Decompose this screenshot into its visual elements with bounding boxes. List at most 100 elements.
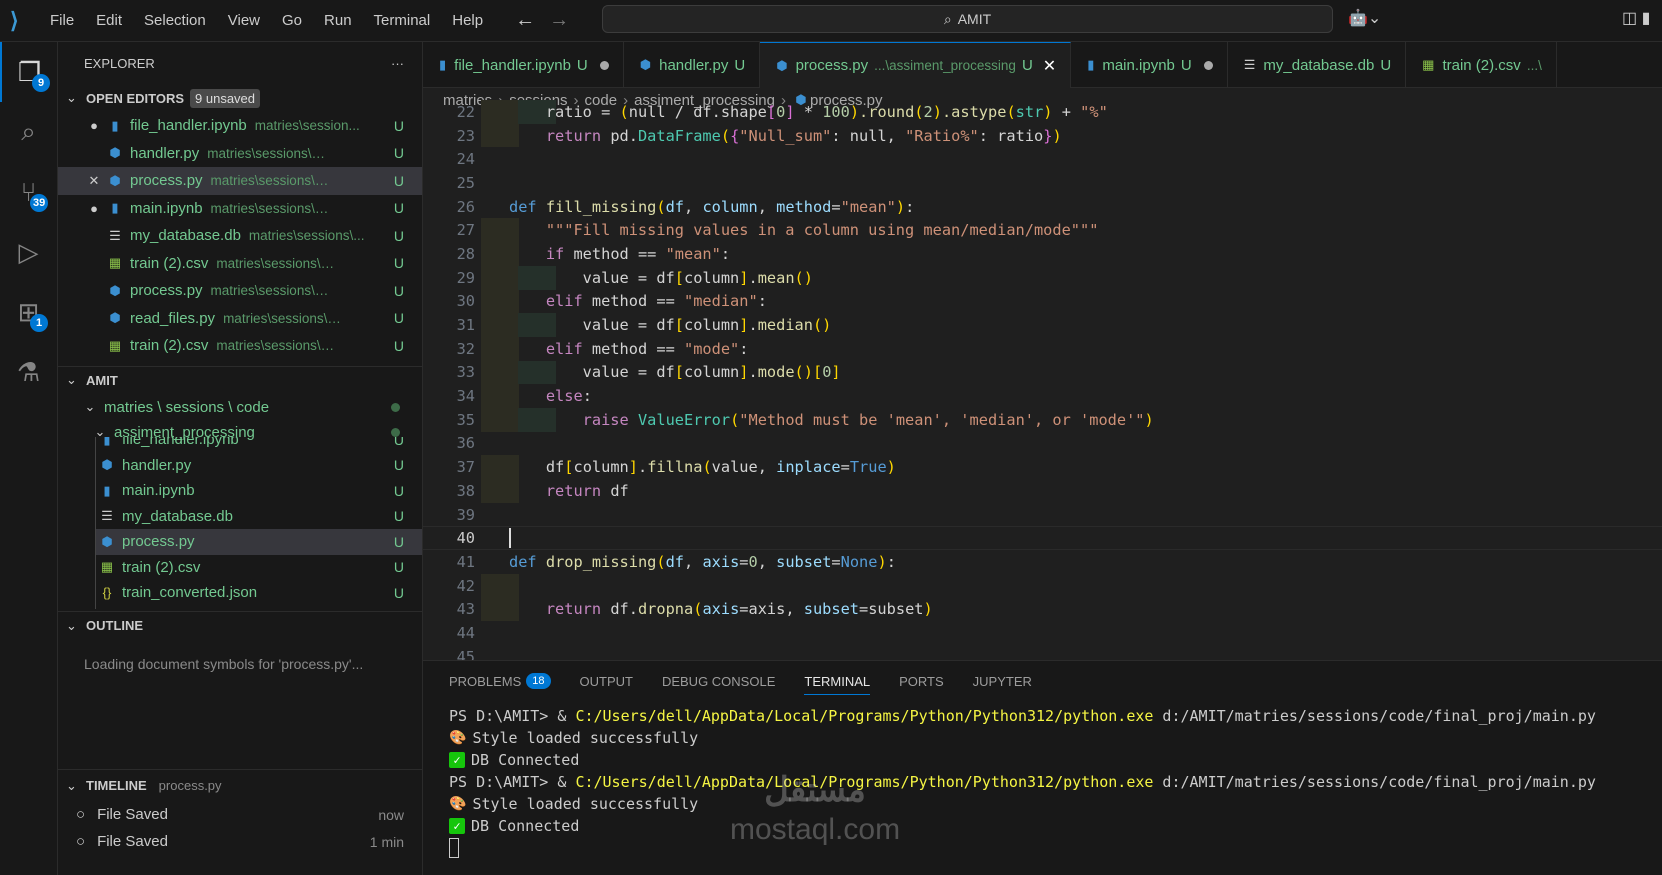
menu-go[interactable]: Go bbox=[282, 12, 302, 29]
file-tree-item[interactable]: ☰ my_database.db U bbox=[96, 504, 422, 530]
file-tree-item[interactable]: {} train_converted.json U bbox=[96, 580, 422, 606]
back-arrow-icon[interactable]: ← bbox=[515, 9, 535, 31]
explorer-icon[interactable]: ❐ 9 bbox=[0, 42, 57, 102]
menu-view[interactable]: View bbox=[228, 12, 260, 29]
open-editor-item[interactable]: ▦ train (2).csv matries\sessions\code... U bbox=[58, 332, 422, 360]
tab-main-ipynb[interactable]: ▮ main.ipynb U bbox=[1071, 42, 1228, 88]
open-editor-item[interactable]: ☰ my_database.db matries\sessions\... U bbox=[58, 222, 422, 250]
file-name: process.py bbox=[130, 282, 203, 300]
menu-selection[interactable]: Selection bbox=[144, 12, 206, 29]
terminal-line: ✓ DB Connected bbox=[449, 815, 1662, 837]
code-token: raise bbox=[509, 410, 629, 429]
git-status: U bbox=[393, 200, 404, 217]
panel-tab-jupyter[interactable]: JUPYTER bbox=[973, 661, 1032, 701]
source-control-icon[interactable]: ⑂ 39 bbox=[0, 162, 57, 222]
activity-bar: ❐ 9 ⌕ ⑂ 39 ▷ ⊞ 1 ⚗ bbox=[0, 42, 58, 875]
open-editor-item[interactable]: ⬢ handler.py matries\sessions\code\... U bbox=[58, 140, 422, 168]
open-editor-item[interactable]: ✕ ⬢ process.py matries\sessions\code\... U bbox=[58, 167, 422, 195]
open-editor-item[interactable]: ⬢ read_files.py matries\sessions\cod... U bbox=[58, 305, 422, 333]
code-token: ) bbox=[1052, 126, 1062, 145]
file-tree-item[interactable]: ⬢ process.py U bbox=[96, 529, 422, 555]
code-line: 41 def drop_missing(df, axis=0, subset=No… bbox=[423, 550, 1662, 574]
file-name: train (2).csv bbox=[122, 558, 201, 576]
tab-file-handler-ipynb[interactable]: ▮ file_handler.ipynb U bbox=[423, 42, 624, 88]
file-path: matries\sessions\... bbox=[248, 228, 365, 244]
extensions-icon[interactable]: ⊞ 1 bbox=[0, 282, 57, 342]
panel-tab-output[interactable]: OUTPUT bbox=[580, 661, 633, 701]
open-editors-header[interactable]: ⌄ OPEN EDITORS 9 unsaved bbox=[58, 84, 422, 112]
tab-process-py[interactable]: ⬢ process.py ...\assiment_processing U ✕ bbox=[760, 42, 1072, 88]
timeline-header[interactable]: ⌄ TIMELINE process.py bbox=[58, 769, 422, 801]
tab-train-2-csv[interactable]: ▦ train (2).csv ...\ bbox=[1406, 42, 1557, 88]
folder-path-row[interactable]: ⌄ matries \ sessions \ code bbox=[58, 394, 422, 422]
file-tree-item[interactable]: ▦ train (2).csv U bbox=[96, 555, 422, 581]
code-token: return bbox=[509, 481, 602, 500]
git-status: U bbox=[393, 337, 404, 354]
code-token: . bbox=[637, 458, 648, 477]
menu-terminal[interactable]: Terminal bbox=[374, 12, 431, 29]
unsaved-dot-icon[interactable] bbox=[1203, 60, 1213, 70]
panel-tab-terminal[interactable]: TERMINAL bbox=[804, 661, 870, 701]
testing-icon[interactable]: ⚗ bbox=[0, 342, 57, 402]
menu-help[interactable]: Help bbox=[452, 12, 483, 29]
code-line: 32 elif method == "mode": bbox=[423, 336, 1662, 361]
panel-tab-problems[interactable]: PROBLEMS 18 bbox=[449, 661, 551, 701]
line-number: 42 bbox=[456, 576, 475, 595]
code-token: () bbox=[794, 363, 813, 382]
amit-folder-header[interactable]: ⌄ AMIT bbox=[58, 365, 422, 394]
line-number: 25 bbox=[456, 173, 475, 192]
outline-header[interactable]: ⌄ OUTLINE bbox=[58, 611, 422, 639]
terminal[interactable]: PS D:\AMIT> & C:/Users/dell/AppData/Loca… bbox=[423, 701, 1662, 859]
panel-tab-ports[interactable]: PORTS bbox=[899, 661, 944, 701]
code-token: pd. bbox=[601, 126, 638, 145]
python-file-icon: ⬢ bbox=[109, 172, 121, 188]
git-status: U bbox=[576, 56, 588, 74]
search-icon[interactable]: ⌕ bbox=[0, 102, 57, 162]
file-tree-item[interactable]: ⬢ handler.py U bbox=[96, 453, 422, 479]
code-token: return bbox=[509, 126, 602, 145]
code-token: [ bbox=[766, 102, 777, 121]
git-status: U bbox=[734, 56, 746, 74]
code-token: subset bbox=[803, 600, 860, 619]
more-actions-icon[interactable]: ··· bbox=[391, 56, 404, 71]
run-debug-icon[interactable]: ▷ bbox=[0, 222, 57, 282]
tab-label: file_handler.ipynb bbox=[454, 56, 571, 74]
command-center-search[interactable]: ⌕ AMIT bbox=[602, 5, 1333, 33]
close-icon[interactable]: ✕ bbox=[84, 173, 104, 189]
unsaved-dot-icon[interactable]: ● bbox=[84, 201, 104, 216]
close-icon[interactable]: ✕ bbox=[1043, 56, 1056, 76]
code-token: .round bbox=[859, 102, 915, 121]
timeline-item[interactable]: ○ File Saved now bbox=[58, 801, 422, 828]
menu-edit[interactable]: Edit bbox=[96, 12, 122, 29]
unsaved-dot-icon[interactable] bbox=[599, 60, 609, 70]
layout-icon[interactable]: ◫ ▮ bbox=[1622, 8, 1650, 28]
file-name: handler.py bbox=[122, 456, 192, 474]
forward-arrow-icon[interactable]: → bbox=[549, 9, 569, 31]
timeline-item[interactable]: ○ File Saved 1 min bbox=[58, 828, 422, 855]
unsaved-dot-icon[interactable]: ● bbox=[84, 118, 104, 133]
code-token: : bbox=[739, 339, 749, 358]
open-editor-item[interactable]: ● ▮ main.ipynb matries\sessions\code\... U bbox=[58, 195, 422, 223]
chevron-down-icon: ⌄ bbox=[66, 617, 77, 633]
tab-my-database-db[interactable]: ☰ my_database.db U bbox=[1228, 42, 1407, 88]
code-token: column bbox=[702, 197, 758, 216]
code-token: """Fill missing values in a column using… bbox=[509, 221, 1099, 240]
code-text: return df bbox=[509, 482, 629, 500]
git-status: U bbox=[393, 117, 404, 134]
file-tree-item[interactable]: ▮ file_handler.ipynb U bbox=[96, 437, 422, 453]
code-editor[interactable]: 22 ratio = (null / df.shape[0] * 100).ro… bbox=[423, 100, 1662, 660]
line-number: 44 bbox=[456, 623, 475, 642]
line-number: 23 bbox=[456, 126, 475, 145]
menu-run[interactable]: Run bbox=[324, 12, 352, 29]
menu-file[interactable]: File bbox=[50, 12, 74, 29]
code-token: ) bbox=[932, 102, 942, 121]
copilot-icon[interactable]: 🤖⌄ bbox=[1348, 8, 1381, 28]
git-status: U bbox=[393, 145, 404, 162]
tab-handler-py[interactable]: ⬢ handler.py U bbox=[624, 42, 761, 88]
code-token: None bbox=[840, 552, 878, 571]
file-tree-item[interactable]: ▮ main.ipynb U bbox=[96, 478, 422, 504]
open-editor-item[interactable]: ⬢ process.py matries\sessions\code\... U bbox=[58, 277, 422, 305]
open-editor-item[interactable]: ● ▮ file_handler.ipynb matries\session... U bbox=[58, 112, 422, 140]
panel-tab-debug-console[interactable]: DEBUG CONSOLE bbox=[662, 661, 775, 701]
open-editor-item[interactable]: ▦ train (2).csv matries\sessions\code... U bbox=[58, 250, 422, 278]
